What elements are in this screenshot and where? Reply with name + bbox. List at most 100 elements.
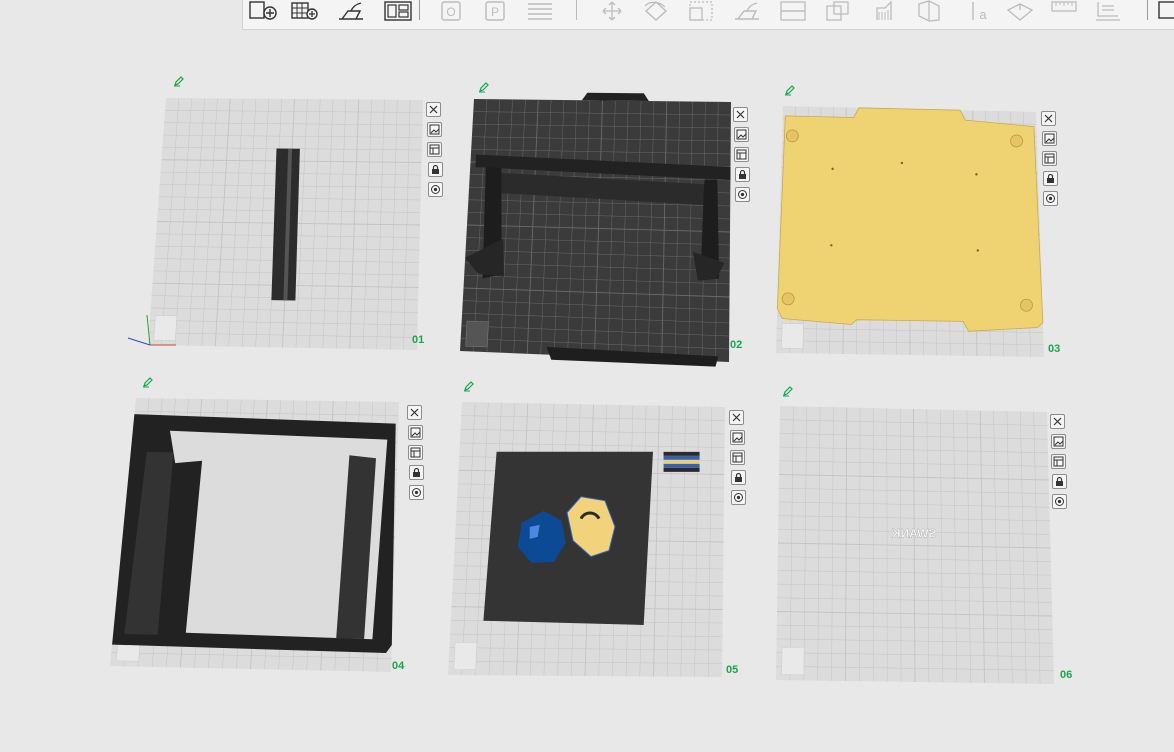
- arrange-plate-button[interactable]: [427, 142, 443, 157]
- arrange-plate-button[interactable]: [408, 445, 424, 460]
- edit-plate-name-icon[interactable]: [478, 80, 490, 93]
- plate-corner-marker: [465, 320, 489, 348]
- plate-06[interactable]: SWANK: [776, 406, 1054, 684]
- panel-mount-hole: [1020, 298, 1033, 312]
- plate-settings-icon: [738, 190, 748, 199]
- auto-orient-plate-icon: [410, 427, 421, 438]
- lock-plate-button[interactable]: [734, 167, 750, 182]
- close-plate-icon: [1044, 114, 1053, 123]
- plates-canvas: SWANK: [110, 92, 1054, 684]
- close-plate-button[interactable]: [426, 102, 441, 117]
- auto-orient-plate-button[interactable]: [733, 127, 749, 142]
- close-plate-icon: [736, 110, 745, 119]
- flag-stripe: [663, 459, 700, 464]
- lock-plate-button[interactable]: [408, 465, 424, 480]
- close-plate-icon: [732, 413, 741, 422]
- close-plate-button[interactable]: [1041, 111, 1056, 126]
- plate-settings-button[interactable]: [735, 187, 751, 202]
- plate-settings-icon: [734, 493, 744, 502]
- auto-orient-plate-button[interactable]: [1041, 131, 1057, 146]
- close-plate-icon: [1053, 417, 1062, 426]
- edit-plate-name-icon[interactable]: [463, 379, 475, 392]
- plate-01[interactable]: [127, 98, 423, 350]
- panel-dot: [900, 161, 904, 165]
- plate-settings-button[interactable]: [428, 182, 444, 197]
- close-plate-icon: [429, 105, 438, 114]
- flag-stripe: [663, 455, 700, 460]
- lock-plate-icon: [1055, 476, 1063, 486]
- auto-orient-plate-icon: [732, 432, 743, 443]
- arrange-plate-icon: [1044, 153, 1055, 164]
- arrange-plate-icon: [410, 447, 421, 458]
- lock-plate-icon: [734, 472, 742, 482]
- plate-number-02: 02: [730, 339, 743, 351]
- close-plate-button[interactable]: [407, 405, 422, 420]
- plate-handle: [581, 92, 649, 101]
- lock-plate-button[interactable]: [427, 162, 443, 177]
- z-axis-indicator: [127, 337, 151, 346]
- auto-orient-plate-icon: [1053, 436, 1064, 447]
- flag-stripe: [663, 463, 700, 468]
- plate-number-01: 01: [412, 334, 425, 346]
- plate-settings-icon: [412, 488, 422, 497]
- lock-plate-icon: [1046, 173, 1054, 183]
- plate-number-06: 06: [1060, 669, 1073, 681]
- edit-plate-name-icon[interactable]: [173, 74, 185, 87]
- plate-settings-button[interactable]: [1043, 191, 1059, 206]
- arrange-plate-button[interactable]: [734, 147, 750, 162]
- arrange-plate-button[interactable]: [730, 450, 746, 465]
- lock-plate-button[interactable]: [1051, 474, 1067, 489]
- close-plate-button[interactable]: [1050, 414, 1065, 429]
- lock-plate-button[interactable]: [1042, 171, 1058, 186]
- panel-mount-hole: [781, 292, 795, 306]
- flag-stripe: [663, 467, 700, 472]
- auto-orient-plate-button[interactable]: [1050, 434, 1066, 449]
- auto-orient-plate-button[interactable]: [426, 122, 442, 137]
- plate-settings-button[interactable]: [731, 490, 747, 505]
- edit-plate-name-icon[interactable]: [784, 83, 796, 96]
- plate-number-04: 04: [392, 660, 405, 672]
- arrange-plate-button[interactable]: [1051, 454, 1067, 469]
- plate-04[interactable]: [110, 398, 399, 672]
- flag-stripe: [663, 451, 700, 456]
- plate-03[interactable]: [776, 106, 1044, 357]
- panel-mount-hole: [785, 129, 799, 143]
- plate-settings-icon: [1055, 497, 1065, 506]
- auto-orient-plate-button[interactable]: [729, 430, 745, 445]
- plate-settings-button[interactable]: [409, 485, 425, 500]
- plate-number-05: 05: [726, 664, 739, 676]
- auto-orient-plate-icon: [429, 124, 440, 135]
- plate-settings-button[interactable]: [1052, 494, 1068, 509]
- close-plate-button[interactable]: [729, 410, 744, 425]
- arrange-plate-icon: [732, 452, 743, 463]
- model-dark-panel[interactable]: [483, 451, 653, 625]
- arrange-plate-button[interactable]: [1042, 151, 1058, 166]
- plate-corner-marker: [153, 315, 178, 341]
- lock-plate-button[interactable]: [730, 470, 746, 485]
- close-plate-icon: [410, 408, 419, 417]
- plate-corner-marker: [453, 641, 478, 671]
- lock-plate-icon: [431, 164, 439, 174]
- edit-plate-name-icon[interactable]: [142, 375, 154, 388]
- mirrored-text[interactable]: SWANK: [891, 526, 937, 540]
- auto-orient-plate-icon: [736, 129, 747, 140]
- panel-mount-hole: [1010, 134, 1023, 148]
- close-plate-button[interactable]: [733, 107, 748, 122]
- plate-02[interactable]: [460, 92, 731, 367]
- panel-dot: [976, 249, 979, 252]
- arrange-plate-icon: [429, 144, 440, 155]
- plate-settings-icon: [1046, 194, 1056, 203]
- plate-05[interactable]: [448, 402, 725, 677]
- arrange-plate-icon: [1053, 456, 1064, 467]
- arrange-plate-icon: [736, 149, 747, 160]
- lock-plate-icon: [738, 169, 746, 179]
- panel-dot: [830, 244, 833, 247]
- auto-orient-plate-icon: [1044, 133, 1055, 144]
- panel-dot: [975, 173, 978, 176]
- plate-corner-marker: [781, 323, 804, 349]
- auto-orient-plate-button[interactable]: [407, 425, 423, 440]
- plate-number-03: 03: [1048, 343, 1061, 355]
- model-yellow-panel[interactable]: [776, 107, 1044, 332]
- edit-plate-name-icon[interactable]: [782, 384, 794, 397]
- plate-settings-icon: [431, 185, 441, 194]
